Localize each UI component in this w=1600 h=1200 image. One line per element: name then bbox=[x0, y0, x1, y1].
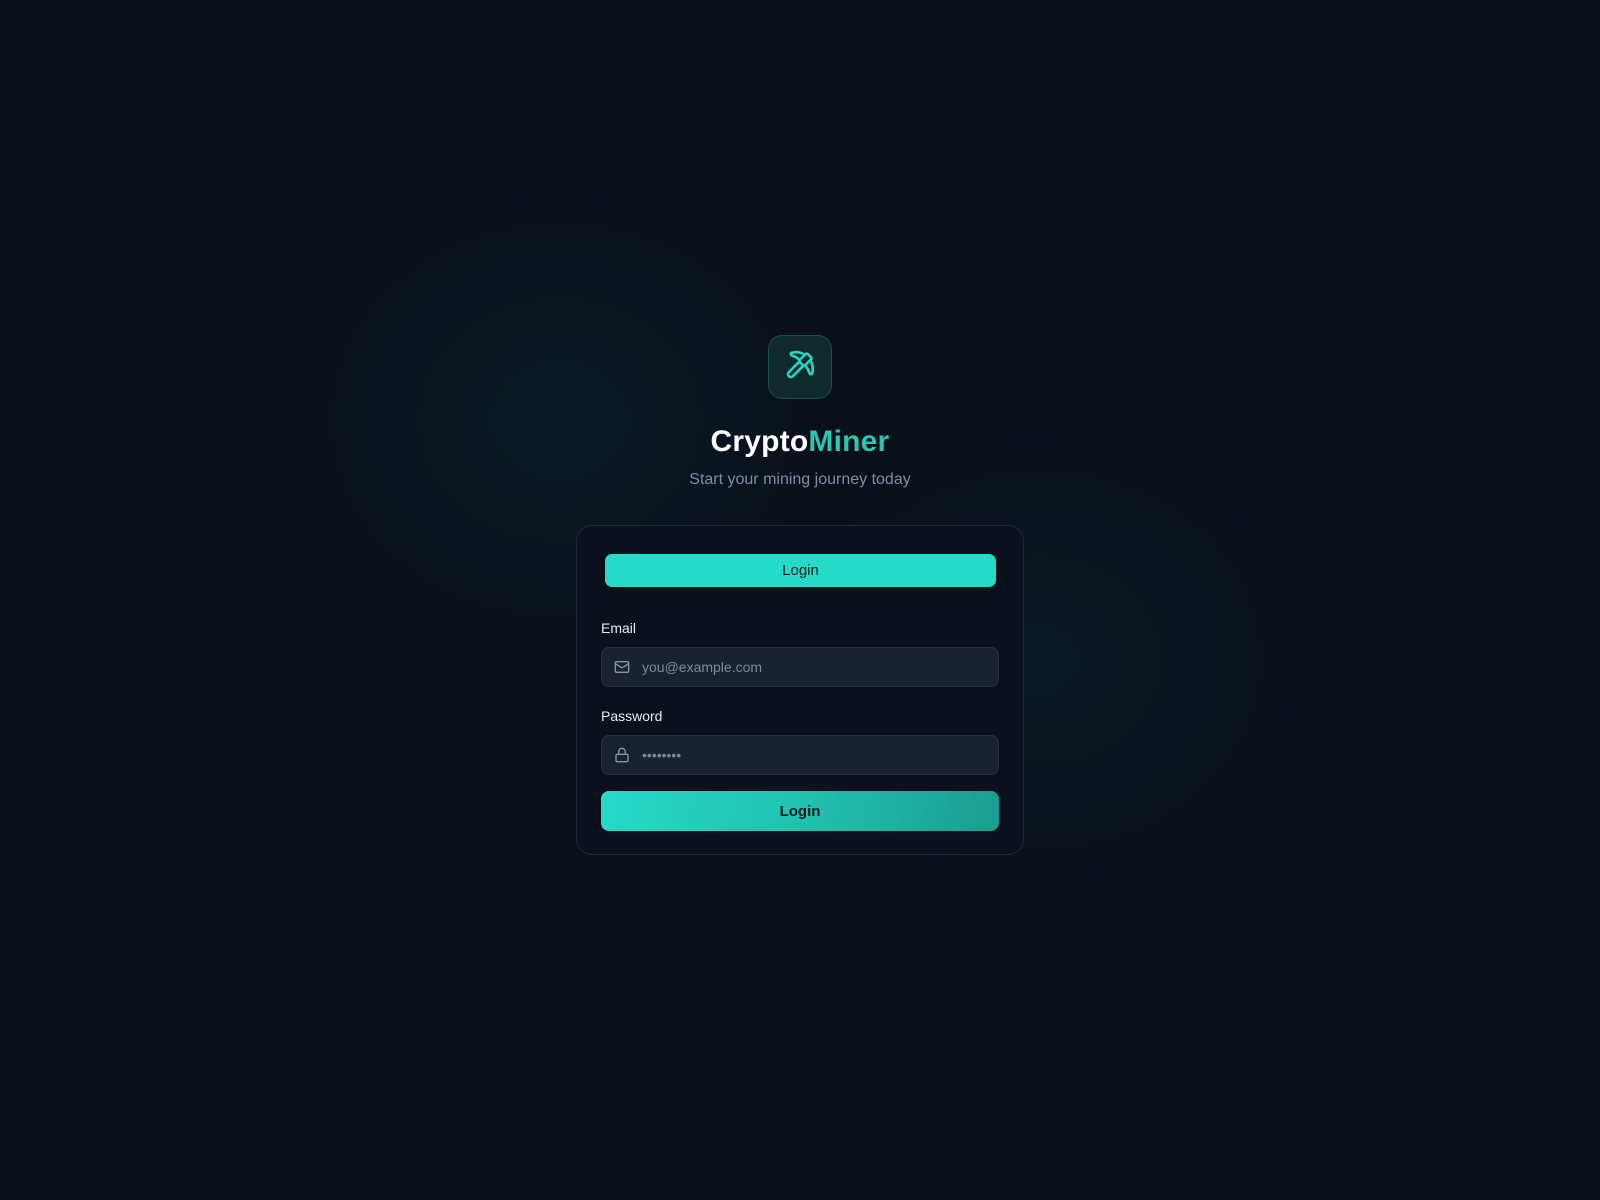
password-field-wrapper bbox=[601, 735, 999, 775]
logo-badge bbox=[768, 335, 832, 399]
tab-login[interactable]: Login bbox=[605, 554, 996, 587]
email-field-wrapper bbox=[601, 647, 999, 687]
password-label: Password bbox=[601, 708, 663, 724]
password-input[interactable] bbox=[642, 736, 998, 774]
email-label: Email bbox=[601, 620, 637, 636]
login-submit-button[interactable]: Login bbox=[601, 791, 999, 831]
email-input[interactable] bbox=[642, 648, 998, 686]
app-title-part2: Miner bbox=[808, 425, 890, 458]
app-title: CryptoMiner bbox=[0, 424, 1600, 460]
mail-icon bbox=[602, 648, 642, 686]
app-title-part1: Crypto bbox=[710, 425, 809, 458]
tagline: Start your mining journey today bbox=[689, 471, 911, 488]
pickaxe-icon bbox=[784, 349, 816, 386]
lock-icon bbox=[602, 736, 642, 774]
login-card: Login Email Password Login bbox=[576, 525, 1024, 855]
